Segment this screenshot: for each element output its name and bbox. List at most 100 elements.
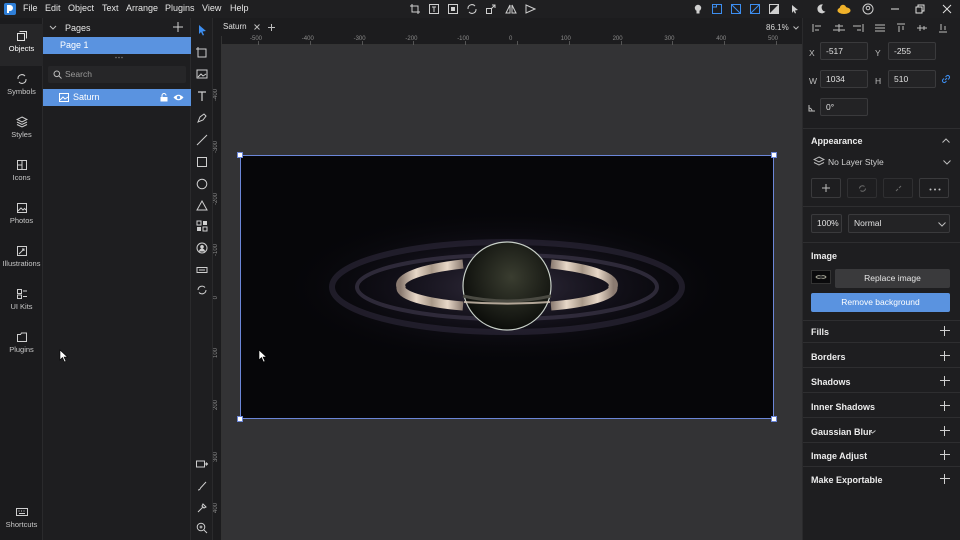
rail-styles[interactable]: Styles [0,110,43,152]
image-tool-icon[interactable] [195,67,209,81]
add-shadow-plus-icon[interactable] [940,376,950,386]
eyedropper-tool-icon[interactable] [195,501,209,515]
dark-mode-icon[interactable] [815,3,827,15]
resize-handle-bottom-right[interactable] [771,416,777,422]
page-row[interactable]: Page 1 [43,37,191,54]
zoom-level[interactable]: 86.1% [766,23,789,32]
frame-mode-icon[interactable] [711,3,723,15]
snap-icon[interactable] [749,3,761,15]
zoom-tool-icon[interactable] [195,521,209,535]
menu-object[interactable]: Object [68,3,94,13]
zoom-chevron-down-icon[interactable] [793,26,799,30]
rail-objects[interactable]: Objects [0,24,43,66]
document-tab[interactable]: Saturn [217,21,262,34]
text-tool-icon[interactable] [195,89,209,103]
line-tool-icon[interactable] [195,133,209,147]
menu-plugins[interactable]: Plugins [165,3,195,13]
app-logo-icon[interactable] [4,3,16,15]
layer-search-input[interactable]: Search [48,66,186,83]
flip-icon[interactable] [505,3,517,15]
add-fill-plus-icon[interactable] [940,326,950,336]
add-inner-shadow-plus-icon[interactable] [940,401,950,411]
sync-style-button[interactable] [847,178,877,198]
avatar-tool-icon[interactable] [195,241,209,255]
restore-icon[interactable] [914,3,926,15]
height-input[interactable]: 510 [888,70,936,88]
unlock-icon[interactable] [160,93,168,102]
outline-mode-icon[interactable] [768,3,780,15]
rail-photos[interactable]: Photos [0,196,43,238]
resize-handle-top-left[interactable] [237,152,243,158]
rotate-icon[interactable] [466,3,478,15]
repeat-grid-tool-icon[interactable] [195,283,209,297]
replace-image-button[interactable]: Replace image [835,269,950,288]
menu-arrange[interactable]: Arrange [126,3,158,13]
y-input[interactable]: -255 [888,42,936,60]
x-input[interactable]: -517 [820,42,868,60]
rotation-input[interactable]: 0° [820,98,868,116]
resize-handle-bottom-left[interactable] [237,416,243,422]
menu-text[interactable]: Text [102,3,119,13]
prototype-tool-icon[interactable] [195,457,209,471]
lightbulb-icon[interactable] [692,3,704,15]
rail-ui-kits[interactable]: UI Kits [0,282,43,324]
layer-row-saturn[interactable]: Saturn [43,89,191,106]
new-tab-icon[interactable] [268,24,275,31]
pages-header[interactable]: Pages [43,20,191,36]
mask-icon[interactable] [447,3,459,15]
chevron-down-icon[interactable] [49,25,57,31]
preview-icon[interactable] [524,3,536,15]
panel-resize-handle[interactable] [115,56,123,59]
add-border-plus-icon[interactable] [940,351,950,361]
chevron-up-icon[interactable] [942,138,950,143]
constrain-proportions-link-icon[interactable] [941,74,951,84]
component-tool-icon[interactable] [195,219,209,233]
add-page-icon[interactable] [173,22,183,32]
triangle-tool-icon[interactable] [195,199,209,213]
add-blur-plus-icon[interactable] [940,426,950,436]
menu-edit[interactable]: Edit [45,3,61,13]
remove-background-button[interactable]: Remove background [811,293,950,312]
resize-handle-top-right[interactable] [771,152,777,158]
account-icon[interactable] [862,3,874,15]
visibility-eye-icon[interactable] [173,93,184,102]
horizontal-ruler[interactable]: -500 -400 -300 -200 -100 0 100 200 300 400 500 [222,36,802,45]
minimize-icon[interactable] [889,3,901,15]
rail-plugins[interactable]: Plugins [0,325,43,367]
width-input[interactable]: 1034 [820,70,868,88]
tab-close-icon[interactable] [254,24,260,30]
add-style-button[interactable] [811,178,841,198]
add-image-adjust-plus-icon[interactable] [940,450,950,460]
cloud-sync-icon[interactable] [836,3,852,15]
alignment-toolbar-icons[interactable] [811,22,957,34]
blend-mode-select[interactable]: Normal [848,214,950,233]
ellipse-tool-icon[interactable] [195,177,209,191]
add-export-plus-icon[interactable] [940,474,950,484]
menu-help[interactable]: Help [230,3,249,13]
button-tool-icon[interactable] [195,263,209,277]
vertical-ruler[interactable]: -400 -300 -200 -100 0 100 200 300 400 [213,36,222,540]
rail-symbols[interactable]: Symbols [0,67,43,109]
rail-shortcuts[interactable]: Shortcuts [0,500,43,540]
cursor-mode-icon[interactable] [789,3,801,15]
menu-view[interactable]: View [202,3,221,13]
saturn-image[interactable] [240,155,774,419]
opacity-input[interactable]: 100% [811,214,842,233]
crop-icon[interactable] [409,3,421,15]
brush-tool-icon[interactable] [195,479,209,493]
chevron-down-icon[interactable] [869,430,876,434]
menu-file[interactable]: File [23,3,38,13]
artboard-tool-icon[interactable] [195,45,209,59]
select-tool-icon[interactable] [195,23,209,37]
rectangle-tool-icon[interactable] [195,155,209,169]
canvas[interactable] [222,45,802,540]
detach-style-button[interactable] [883,178,913,198]
scale-icon[interactable] [485,3,497,15]
layer-style-select[interactable]: No Layer Style [811,153,953,171]
rail-illustrations[interactable]: Illustrations [0,239,43,281]
more-style-options-button[interactable] [919,178,949,198]
pen-tool-icon[interactable] [195,111,209,125]
close-icon[interactable] [941,3,953,15]
text-frame-icon[interactable] [428,3,440,15]
rail-icons[interactable]: Icons [0,153,43,195]
